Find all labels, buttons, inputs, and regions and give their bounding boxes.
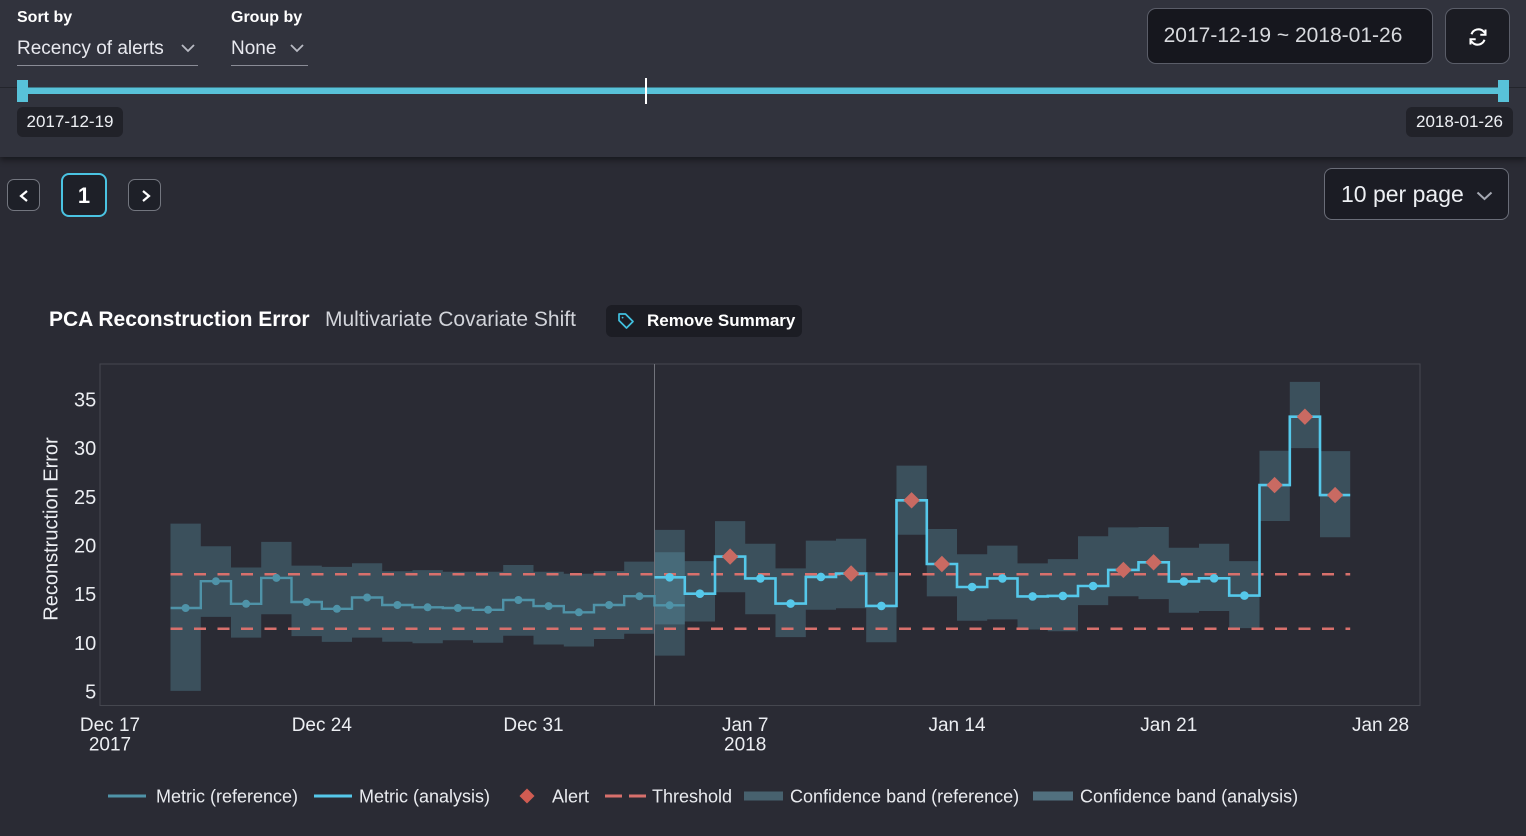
svg-text:35: 35: [74, 389, 96, 411]
svg-text:Reconstruction Error: Reconstruction Error: [41, 437, 63, 621]
svg-text:15: 15: [74, 584, 96, 606]
svg-text:25: 25: [74, 487, 96, 509]
svg-text:Threshold: Threshold: [652, 787, 732, 807]
svg-text:Alert: Alert: [552, 787, 589, 807]
svg-text:10: 10: [74, 633, 96, 655]
svg-text:30: 30: [74, 438, 96, 460]
svg-text:Confidence band (reference): Confidence band (reference): [790, 787, 1019, 807]
svg-text:20: 20: [74, 536, 96, 558]
svg-text:Jan 28: Jan 28: [1352, 715, 1409, 736]
svg-text:Dec 17: Dec 17: [80, 715, 140, 736]
svg-text:Confidence band (analysis): Confidence band (analysis): [1080, 787, 1298, 807]
svg-text:Jan 14: Jan 14: [928, 715, 985, 736]
svg-text:Dec 31: Dec 31: [503, 715, 563, 736]
svg-text:Jan 7: Jan 7: [722, 715, 768, 736]
svg-text:Metric (analysis): Metric (analysis): [359, 787, 490, 807]
svg-text:Metric (reference): Metric (reference): [156, 787, 298, 807]
svg-text:5: 5: [85, 682, 96, 704]
svg-text:2018: 2018: [724, 735, 766, 756]
svg-text:Jan 21: Jan 21: [1140, 715, 1197, 736]
svg-text:Dec 24: Dec 24: [292, 715, 353, 736]
svg-text:2017: 2017: [89, 735, 131, 756]
